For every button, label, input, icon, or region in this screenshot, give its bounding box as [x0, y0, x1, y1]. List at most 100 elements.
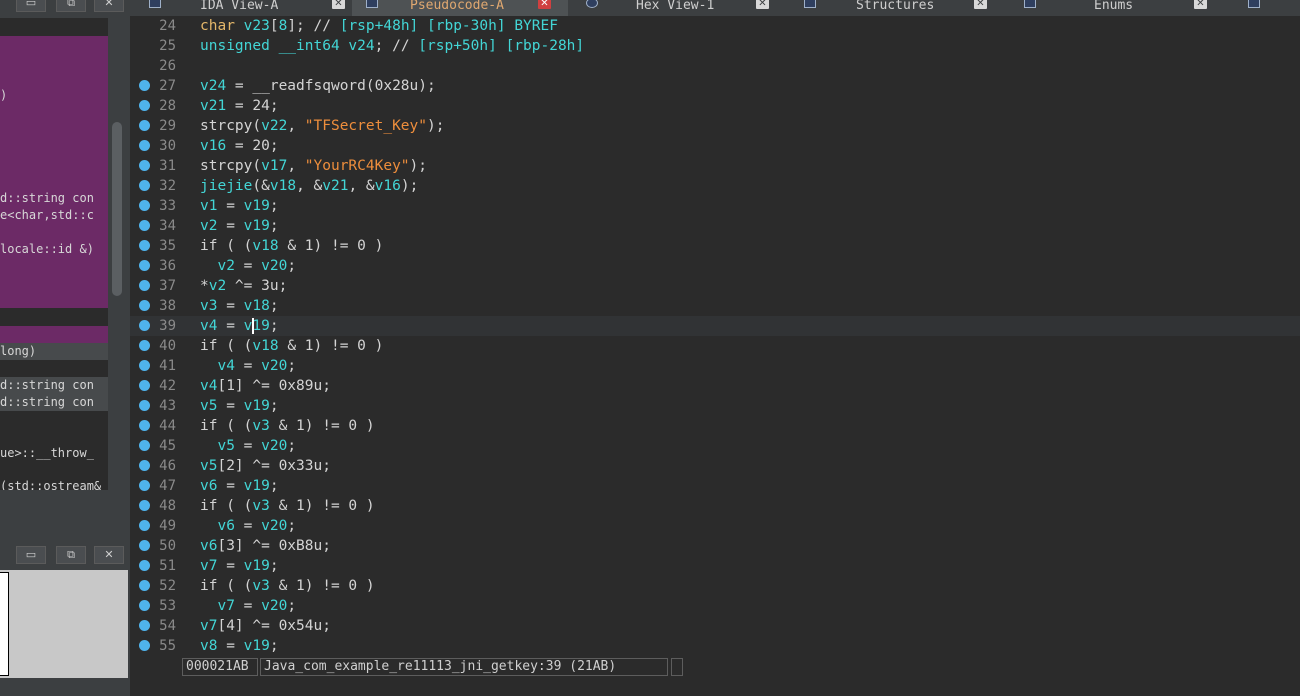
code-text[interactable]: v1 = v19; — [200, 196, 279, 216]
breakpoint-dot-icon[interactable] — [139, 160, 150, 171]
breakpoint-dot-icon[interactable] — [139, 500, 150, 511]
code-text[interactable]: v8 = v19; — [200, 636, 279, 656]
code-text[interactable]: char v23[8]; // [rsp+48h] [rbp-30h] BYRE… — [200, 16, 558, 36]
breakpoint-dot-icon[interactable] — [139, 540, 150, 551]
pseudocode-view[interactable]: 24 char v23[8]; // [rsp+48h] [rbp-30h] BY… — [130, 16, 1300, 656]
code-line[interactable]: 49 v6 = v20; — [130, 516, 1300, 536]
code-line[interactable]: 42 v4[1] ^= 0x89u; — [130, 376, 1300, 396]
restore-window-button[interactable]: ▭ — [16, 0, 46, 12]
code-text[interactable]: if ( (v3 & 1) != 0 ) — [200, 416, 375, 436]
code-line[interactable]: 29 strcpy(v22, "TFSecret_Key"); — [130, 116, 1300, 136]
code-text[interactable]: *v2 ^= 3u; — [200, 276, 287, 296]
code-line[interactable]: 41 v4 = v20; — [130, 356, 1300, 376]
close-icon[interactable]: ✕ — [332, 0, 345, 9]
code-line[interactable]: 46 v5[2] ^= 0x33u; — [130, 456, 1300, 476]
code-line[interactable]: 48 if ( (v3 & 1) != 0 ) — [130, 496, 1300, 516]
list-item[interactable] — [0, 308, 108, 326]
code-text[interactable]: v2 = v19; — [200, 216, 279, 236]
code-line[interactable]: 32 jiejie(&v18, &v21, &v16); — [130, 176, 1300, 196]
code-text[interactable]: v7[4] ^= 0x54u; — [200, 616, 331, 636]
code-text[interactable]: unsigned __int64 v24; // [rsp+50h] [rbp-… — [200, 36, 584, 56]
code-text[interactable]: v6 = v19; — [200, 476, 279, 496]
close-icon[interactable]: ✕ — [974, 0, 987, 9]
list-item[interactable]: e<char,std::c — [0, 207, 108, 224]
close-window-button[interactable]: ✕ — [94, 546, 124, 564]
breakpoint-dot-icon[interactable] — [139, 360, 150, 371]
tab-enums[interactable]: Enums ✕ — [1022, 0, 1222, 16]
code-text[interactable]: v5 = v19; — [200, 396, 279, 416]
list-item[interactable]: d::string con — [0, 394, 108, 411]
code-text[interactable]: v5[2] ^= 0x33u; — [200, 456, 331, 476]
code-line[interactable]: 30 v16 = 20; — [130, 136, 1300, 156]
code-line[interactable]: 36 v2 = v20; — [130, 256, 1300, 276]
list-item[interactable] — [0, 104, 108, 190]
code-text[interactable]: if ( (v18 & 1) != 0 ) — [200, 336, 383, 356]
code-line[interactable]: 26 — [130, 56, 1300, 76]
code-line[interactable]: 53 v7 = v20; — [130, 596, 1300, 616]
code-line[interactable]: 28 v21 = 24; — [130, 96, 1300, 116]
code-line[interactable]: 40 if ( (v18 & 1) != 0 ) — [130, 336, 1300, 356]
tab-overflow[interactable] — [1242, 0, 1272, 16]
tab-ida-view-a[interactable]: IDA View-A ✕ — [144, 0, 345, 16]
breakpoint-dot-icon[interactable] — [139, 260, 150, 271]
close-icon[interactable]: ✕ — [1194, 0, 1207, 9]
code-line[interactable]: 47 v6 = v19; — [130, 476, 1300, 496]
code-text[interactable]: v24 = __readfsqword(0x28u); — [200, 76, 436, 96]
graph-overview[interactable] — [0, 570, 128, 678]
code-line[interactable]: 24 char v23[8]; // [rsp+48h] [rbp-30h] BY… — [130, 16, 1300, 36]
list-item[interactable] — [0, 326, 108, 343]
code-text[interactable]: v7 = v20; — [200, 596, 296, 616]
code-line[interactable]: 54 v7[4] ^= 0x54u; — [130, 616, 1300, 636]
list-item[interactable]: d::string con — [0, 377, 108, 394]
code-text[interactable]: v4[1] ^= 0x89u; — [200, 376, 331, 396]
tab-pseudocode-a[interactable]: Pseudocode-A ✕ — [352, 0, 568, 16]
code-line[interactable]: 25 unsigned __int64 v24; // [rsp+50h] [rb… — [130, 36, 1300, 56]
breakpoint-dot-icon[interactable] — [139, 620, 150, 631]
code-text[interactable]: v16 = 20; — [200, 136, 279, 156]
breakpoint-dot-icon[interactable] — [139, 300, 150, 311]
tab-structures[interactable]: Structures ✕ — [802, 0, 992, 16]
breakpoint-dot-icon[interactable] — [139, 120, 150, 131]
code-line[interactable]: 31 strcpy(v17, "YourRC4Key"); — [130, 156, 1300, 176]
breakpoint-dot-icon[interactable] — [139, 80, 150, 91]
code-text[interactable]: v6[3] ^= 0xB8u; — [200, 536, 331, 556]
code-text[interactable]: v2 = v20; — [200, 256, 296, 276]
list-item[interactable] — [0, 224, 108, 241]
breakpoint-dot-icon[interactable] — [139, 140, 150, 151]
list-item[interactable] — [0, 258, 108, 308]
breakpoint-dot-icon[interactable] — [139, 560, 150, 571]
code-text[interactable]: if ( (v3 & 1) != 0 ) — [200, 576, 375, 596]
float-window-button[interactable]: ⧉ — [56, 0, 86, 12]
code-text[interactable]: strcpy(v17, "YourRC4Key"); — [200, 156, 427, 176]
code-text[interactable]: v21 = 24; — [200, 96, 279, 116]
code-line[interactable]: 33 v1 = v19; — [130, 196, 1300, 216]
code-text[interactable]: if ( (v3 & 1) != 0 ) — [200, 496, 375, 516]
list-item[interactable]: (std::ostream& — [0, 478, 108, 490]
close-icon[interactable]: ✕ — [538, 0, 551, 9]
breakpoint-dot-icon[interactable] — [139, 340, 150, 351]
list-item[interactable]: locale::id &) — [0, 241, 108, 258]
graph-overview-viewport[interactable] — [0, 572, 9, 676]
code-text[interactable]: strcpy(v22, "TFSecret_Key"); — [200, 116, 444, 136]
code-text[interactable]: v5 = v20; — [200, 436, 296, 456]
list-item[interactable]: ue>::__throw_ — [0, 445, 108, 462]
list-item[interactable]: ) — [0, 87, 108, 104]
breakpoint-dot-icon[interactable] — [139, 180, 150, 191]
code-line[interactable]: 38 v3 = v18; — [130, 296, 1300, 316]
breakpoint-dot-icon[interactable] — [139, 440, 150, 451]
list-item[interactable] — [0, 360, 108, 377]
breakpoint-dot-icon[interactable] — [139, 580, 150, 591]
breakpoint-dot-icon[interactable] — [139, 460, 150, 471]
float-window-button[interactable]: ⧉ — [56, 546, 86, 564]
breakpoint-dot-icon[interactable] — [139, 200, 150, 211]
tab-hex-view-1[interactable]: Hex View-1 ✕ — [584, 0, 774, 16]
code-line[interactable]: 44 if ( (v3 & 1) != 0 ) — [130, 416, 1300, 436]
breakpoint-dot-icon[interactable] — [139, 600, 150, 611]
code-line[interactable]: 39 v4 = v19; — [130, 316, 1300, 336]
breakpoint-dot-icon[interactable] — [139, 100, 150, 111]
function-list-scrollbar[interactable] — [108, 18, 128, 490]
breakpoint-dot-icon[interactable] — [139, 280, 150, 291]
list-item[interactable] — [0, 36, 108, 50]
code-line[interactable]: 34 v2 = v19; — [130, 216, 1300, 236]
code-text[interactable]: v7 = v19; — [200, 556, 279, 576]
